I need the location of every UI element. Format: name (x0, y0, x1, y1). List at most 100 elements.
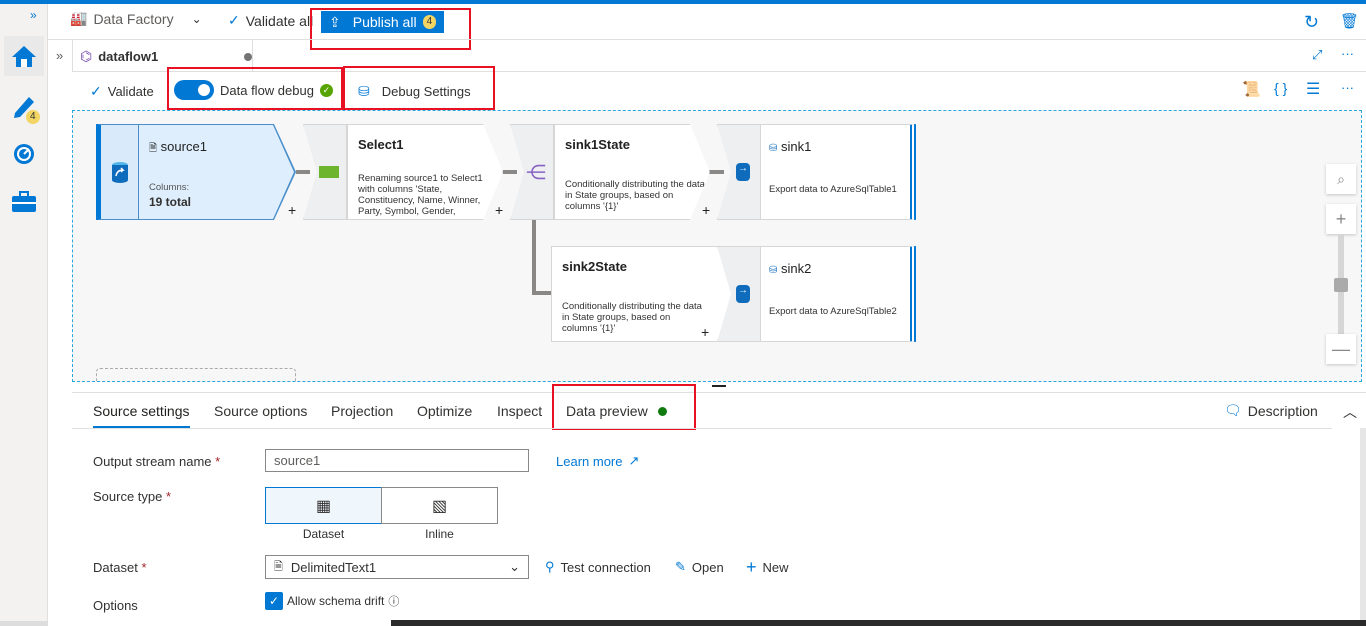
columns-label: Columns: (149, 182, 190, 193)
conditional-split-icon: ⋲ (510, 124, 554, 220)
add-source-placeholder[interactable] (96, 368, 296, 382)
validate-label: Validate (107, 84, 154, 99)
delimited-file-icon: 🗎 (149, 143, 158, 154)
highlight-data-preview (552, 384, 696, 430)
data-factory-selector[interactable]: 🏭 Data Factory ⌄ (70, 10, 202, 27)
description-label: Description (1247, 402, 1318, 419)
learn-more-label: Learn more (556, 453, 623, 469)
source-type-inline-option[interactable]: ▧ (381, 487, 498, 524)
external-link-icon: ↗ (628, 453, 640, 468)
node-description: Renaming source1 to Select1 with columns… (358, 173, 483, 217)
dataset-option-label: Dataset (302, 527, 345, 541)
add-transform-icon[interactable]: + (495, 202, 503, 218)
node-sink1state[interactable]: ⋲ sink1State Conditionally distributing … (510, 124, 710, 220)
delimited-file-icon: 🗎 (274, 560, 283, 573)
new-button[interactable]: + New (746, 557, 789, 578)
node-title: sink1State (565, 137, 631, 152)
validate-all-icon: ✓ (228, 12, 240, 28)
collapse-resources-icon[interactable]: » (56, 48, 63, 63)
more-toolbar-icon[interactable]: ··· (1341, 80, 1354, 95)
plug-icon: ⚲ (545, 559, 555, 574)
open-button[interactable]: ✎ Open (675, 559, 724, 575)
zoom-to-fit-search-icon[interactable]: ⌕ (1326, 164, 1356, 194)
properties-sliders-icon[interactable]: ☰ (1306, 79, 1320, 99)
zoom-out-icon[interactable]: — (1326, 334, 1356, 364)
dataflow-icon: ⌬ (80, 48, 93, 64)
maximize-icon[interactable]: ⤢ (1312, 47, 1322, 63)
tab-title: dataflow1 (98, 49, 159, 64)
inline-option-label: Inline (425, 527, 454, 541)
factory-name: Data Factory (93, 10, 174, 27)
comment-icon: 🗨 (1224, 402, 1242, 418)
test-connection-label: Test connection (560, 559, 651, 575)
panel-resize-handle[interactable] (712, 385, 726, 387)
expand-rail-icon[interactable]: » (30, 8, 37, 22)
test-connection-button[interactable]: ⚲ Test connection (545, 559, 651, 575)
manage-toolbox-icon[interactable] (4, 182, 44, 222)
author-pencil-icon[interactable]: 4 (4, 86, 44, 126)
dataset-dropdown[interactable]: 🗎 DelimitedText1 ⌄ (265, 555, 529, 579)
add-transform-icon[interactable]: + (702, 202, 710, 218)
select-icon (303, 124, 347, 220)
allow-schema-drift-label: Allow schema drift (287, 594, 385, 608)
inline-hatch-icon: ▧ (431, 497, 448, 515)
panel-scrollbar[interactable] (1360, 428, 1366, 626)
add-transform-icon[interactable]: + (288, 202, 296, 218)
dataset-label: Dataset * (93, 560, 147, 575)
node-title: Select1 (358, 137, 404, 152)
source-type-label: Source type * (93, 489, 172, 504)
taskbar (391, 620, 1366, 626)
taskbar-left (0, 621, 48, 626)
script-icon[interactable]: 📜 (1242, 80, 1261, 98)
tab-inspect[interactable]: Inspect (497, 403, 542, 419)
table-grid-icon: ▦ (315, 497, 332, 515)
node-description: Conditionally distributing the data in S… (562, 301, 702, 334)
sink-icon: → (717, 124, 761, 220)
node-title: sink1 (781, 139, 812, 154)
node-sink2[interactable]: → ⛁ sink2 Export data to AzureSqlTable2 (717, 246, 916, 342)
code-braces-icon[interactable]: { } (1274, 80, 1287, 96)
validate-all-button[interactable]: ✓ Validate all (228, 12, 313, 29)
learn-more-link[interactable]: Learn more ↗ (556, 453, 639, 469)
new-label: New (762, 560, 789, 575)
tab-source-options[interactable]: Source options (214, 403, 307, 419)
node-title: sink2State (562, 259, 628, 274)
node-sink2state[interactable]: sink2State Conditionally distributing th… (551, 246, 745, 342)
validate-button[interactable]: ✓ Validate (90, 83, 154, 100)
tab-source-settings[interactable]: Source settings (93, 403, 190, 419)
validate-all-label: Validate all (245, 12, 314, 29)
node-select1[interactable]: Select1 Renaming source1 to Select1 with… (303, 124, 503, 220)
source-type-dataset-option[interactable]: ▦ (265, 487, 382, 524)
tab-optimize[interactable]: Optimize (417, 403, 472, 419)
factory-icon: 🏭 (70, 10, 88, 26)
more-icon[interactable]: ··· (1341, 46, 1354, 61)
plus-icon: + (746, 557, 757, 577)
output-stream-input[interactable]: source1 (265, 449, 529, 472)
description-button[interactable]: 🗨 Description (1224, 402, 1318, 419)
connector (532, 219, 536, 293)
node-description: Export data to AzureSqlTable2 (769, 306, 897, 317)
checkbox-checked-icon[interactable]: ✓ (265, 592, 283, 610)
unsaved-dot-icon (244, 52, 252, 61)
options-label: Options (93, 598, 138, 613)
zoom-in-icon[interactable]: + (1326, 204, 1356, 234)
sql-icon: ⛁ (769, 265, 778, 276)
zoom-slider-thumb[interactable] (1334, 278, 1348, 292)
monitor-icon[interactable] (4, 134, 44, 174)
collapse-panel-chevron-up-icon[interactable]: ︿ (1343, 402, 1357, 422)
top-accent-bar (0, 0, 1366, 4)
node-sink1[interactable]: → ⛁ sink1 Export data to AzureSqlTable1 (717, 124, 916, 220)
tab-dataflow1[interactable]: ⌬ dataflow1 (80, 48, 252, 65)
sink-icon: → (717, 246, 761, 342)
discard-icon[interactable]: 🗑 (1340, 12, 1359, 30)
chevron-down-icon: ⌄ (509, 559, 520, 574)
tab-projection[interactable]: Projection (331, 403, 393, 419)
open-label: Open (691, 559, 724, 575)
node-source1[interactable]: 🗎 source1 Columns: 19 total + (96, 124, 296, 220)
refresh-icon[interactable]: ↻ (1304, 12, 1319, 33)
dataset-value: DelimitedText1 (290, 559, 377, 575)
add-transform-icon[interactable]: + (701, 324, 709, 340)
allow-schema-drift-checkbox[interactable]: ✓ Allow schema drift ⓘ (265, 592, 399, 610)
columns-value: 19 total (149, 195, 192, 209)
home-icon[interactable] (4, 36, 44, 76)
